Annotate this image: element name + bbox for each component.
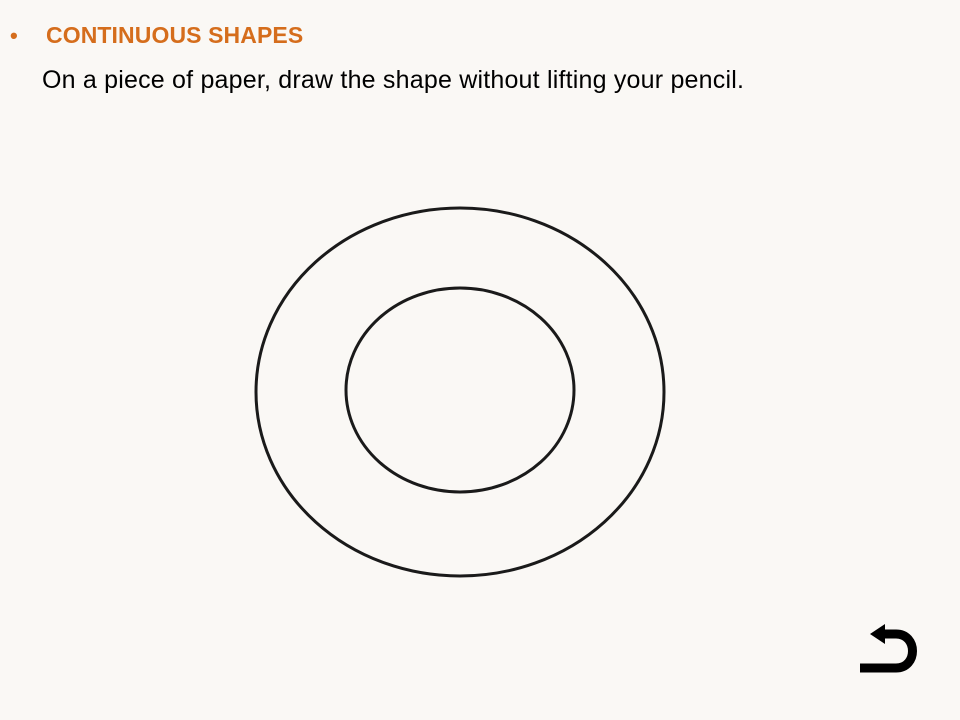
outer-ellipse [254, 206, 666, 578]
back-button[interactable] [856, 624, 920, 680]
return-arrow-icon [860, 624, 917, 673]
continuous-shape-figure [254, 206, 666, 578]
inner-ellipse [344, 286, 576, 494]
